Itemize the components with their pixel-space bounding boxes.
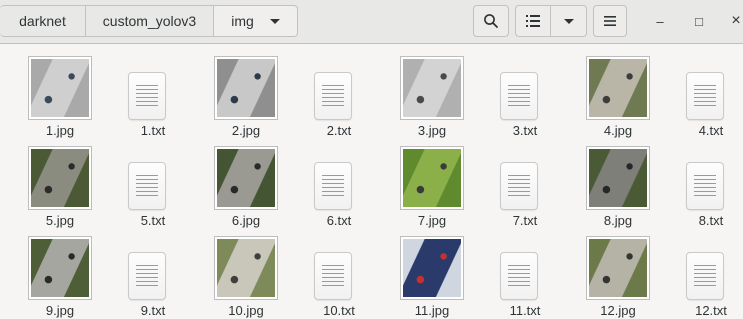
text-file-icon: [500, 72, 538, 120]
maximize-icon: □: [695, 13, 703, 29]
file-item[interactable]: 10.jpg: [206, 230, 286, 319]
file-name: 7.txt: [512, 213, 538, 228]
file-name: 7.jpg: [417, 213, 447, 228]
view-switcher: [515, 5, 587, 37]
file-item[interactable]: 2.jpg: [206, 50, 286, 140]
chevron-down-icon: [563, 18, 574, 24]
image-thumbnail: [214, 56, 278, 120]
file-name: 12.jpg: [600, 303, 636, 318]
file-item[interactable]: 8.jpg: [578, 140, 658, 230]
close-button[interactable]: ×: [725, 10, 743, 32]
file-item[interactable]: 4.jpg: [578, 50, 658, 140]
file-item[interactable]: 11.jpg: [392, 230, 472, 319]
file-item[interactable]: 5.jpg: [20, 140, 100, 230]
image-thumbnail: [586, 236, 650, 300]
text-file-icon: [128, 72, 166, 120]
list-view-icon: [526, 15, 540, 27]
text-file-icon: [686, 252, 724, 300]
file-item[interactable]: 5.txt: [113, 140, 193, 230]
search-button[interactable]: [473, 5, 509, 37]
hamburger-menu-icon: [604, 16, 616, 26]
image-thumbnail: [28, 236, 92, 300]
file-item[interactable]: 8.txt: [671, 140, 743, 230]
file-item[interactable]: 3.txt: [485, 50, 565, 140]
file-item[interactable]: 3.jpg: [392, 50, 472, 140]
header-bar: darknet custom_yolov3 img – □ ×: [0, 0, 743, 44]
file-name: 11.jpg: [414, 303, 450, 318]
image-thumbnail: [400, 236, 464, 300]
chevron-down-icon: [269, 18, 280, 24]
file-name: 4.txt: [698, 123, 724, 138]
file-item[interactable]: 6.txt: [299, 140, 379, 230]
file-item[interactable]: 11.txt: [485, 230, 565, 319]
minimize-button[interactable]: –: [649, 10, 671, 32]
file-name: 11.txt: [509, 303, 541, 318]
file-grid: 1.jpg 1.txt 2.jpg 2.txt 3.jpg 3.txt 4.jpg 4.txt…: [0, 44, 743, 319]
file-name: 4.jpg: [603, 123, 633, 138]
file-name: 9.txt: [140, 303, 166, 318]
file-name: 5.jpg: [45, 213, 75, 228]
text-file-icon: [314, 72, 352, 120]
text-file-icon: [686, 72, 724, 120]
image-thumbnail: [28, 146, 92, 210]
image-thumbnail: [400, 56, 464, 120]
file-item[interactable]: 12.jpg: [578, 230, 658, 319]
text-file-icon: [500, 162, 538, 210]
text-file-icon: [314, 252, 352, 300]
file-name: 5.txt: [140, 213, 166, 228]
file-item[interactable]: 2.txt: [299, 50, 379, 140]
image-thumbnail: [214, 236, 278, 300]
file-item[interactable]: 6.jpg: [206, 140, 286, 230]
list-view-button[interactable]: [516, 6, 552, 36]
file-name: 2.txt: [326, 123, 352, 138]
breadcrumb-item-custom-yolov3[interactable]: custom_yolov3: [86, 5, 214, 37]
file-name: 6.jpg: [231, 213, 261, 228]
file-name: 2.jpg: [231, 123, 261, 138]
text-file-icon: [128, 162, 166, 210]
search-icon: [483, 13, 499, 29]
file-name: 6.txt: [326, 213, 352, 228]
image-thumbnail: [214, 146, 278, 210]
text-file-icon: [500, 252, 538, 300]
image-thumbnail: [28, 56, 92, 120]
minimize-icon: –: [656, 13, 664, 29]
menu-button[interactable]: [593, 5, 627, 37]
maximize-button[interactable]: □: [688, 10, 710, 32]
file-name: 8.txt: [698, 213, 724, 228]
file-item[interactable]: 9.jpg: [20, 230, 100, 319]
breadcrumb-label: custom_yolov3: [102, 13, 197, 29]
image-thumbnail: [586, 56, 650, 120]
breadcrumb: darknet custom_yolov3 img: [0, 5, 298, 37]
file-name: 9.jpg: [45, 303, 75, 318]
view-options-button[interactable]: [551, 6, 586, 36]
breadcrumb-item-darknet[interactable]: darknet: [0, 5, 86, 37]
file-item[interactable]: 1.jpg: [20, 50, 100, 140]
file-item[interactable]: 9.txt: [113, 230, 193, 319]
file-name: 1.txt: [140, 123, 166, 138]
file-name: 3.jpg: [417, 123, 447, 138]
text-file-icon: [314, 162, 352, 210]
file-name: 10.jpg: [228, 303, 264, 318]
file-name: 10.txt: [323, 303, 355, 318]
breadcrumb-item-img[interactable]: img: [214, 5, 298, 37]
image-thumbnail: [586, 146, 650, 210]
image-thumbnail: [400, 146, 464, 210]
file-item[interactable]: 4.txt: [671, 50, 743, 140]
file-item[interactable]: 7.jpg: [392, 140, 472, 230]
file-name: 12.txt: [695, 303, 727, 318]
file-name: 1.jpg: [45, 123, 75, 138]
breadcrumb-label: darknet: [19, 13, 66, 29]
file-item[interactable]: 10.txt: [299, 230, 379, 319]
file-item[interactable]: 7.txt: [485, 140, 565, 230]
file-name: 8.jpg: [603, 213, 633, 228]
close-icon: ×: [731, 12, 741, 29]
file-item[interactable]: 12.txt: [671, 230, 743, 319]
breadcrumb-label: img: [231, 13, 254, 29]
file-item[interactable]: 1.txt: [113, 50, 193, 140]
file-name: 3.txt: [512, 123, 538, 138]
text-file-icon: [128, 252, 166, 300]
text-file-icon: [686, 162, 724, 210]
